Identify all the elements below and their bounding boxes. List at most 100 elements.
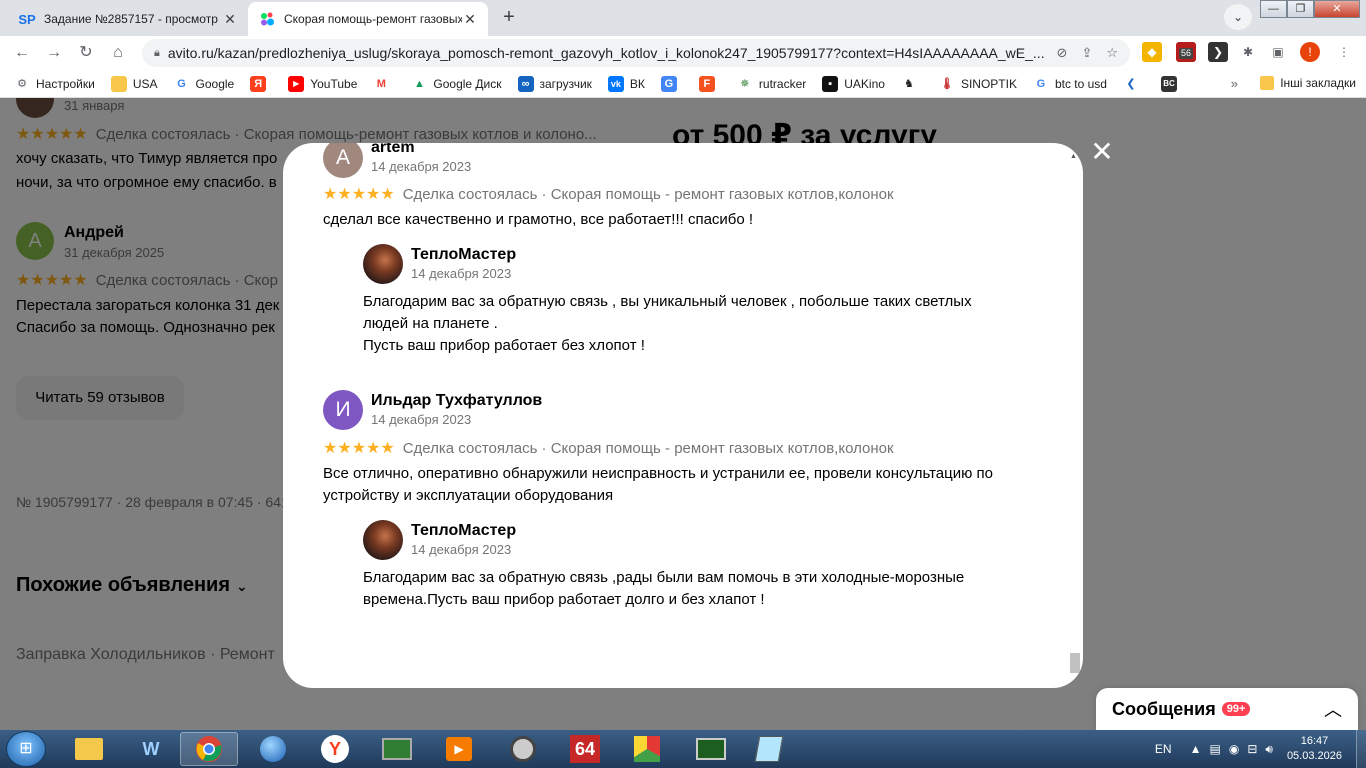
- windows-taskbar: ⊞ W Y ▶ 64 EN ▲ ▤ ◉ ⊟ 🔊︎ 16:47 05.03.202…: [0, 730, 1366, 768]
- url-text[interactable]: avito.ru/kazan/predlozheniya_uslug/skora…: [168, 45, 1057, 61]
- folder-icon: [1260, 76, 1275, 90]
- reply-date: 14 декабря 2023: [411, 266, 512, 281]
- bookmark-uakino[interactable]: ▪ UAKino: [822, 75, 885, 92]
- youtube-icon: ▶: [288, 75, 305, 92]
- close-modal-icon[interactable]: ✕: [1089, 138, 1115, 166]
- close-tab-icon[interactable]: ✕: [222, 11, 238, 28]
- tab-avito[interactable]: Скорая помощь-ремонт газовых котлов ✕: [248, 2, 488, 36]
- address-bar[interactable]: 🔒︎ avito.ru/kazan/predlozheniya_uslug/sk…: [142, 39, 1130, 67]
- bookmark-label: btc to usd: [1054, 76, 1107, 91]
- close-tab-icon[interactable]: ✕: [462, 11, 478, 28]
- bookmark-loader[interactable]: ∞ загрузчик: [517, 75, 592, 92]
- bookmark-translate[interactable]: G: [660, 75, 683, 92]
- bookmark-bc[interactable]: BC: [1160, 75, 1183, 92]
- extension-arrow-icon[interactable]: ❯: [1208, 42, 1228, 62]
- bookmark-label: Настройки: [36, 76, 95, 91]
- chevron-up-icon[interactable]: ︿: [1324, 696, 1342, 722]
- bookmark-drive[interactable]: ▲ Google Диск: [411, 76, 502, 92]
- drive-icon: ▲: [413, 77, 425, 90]
- aida64-icon[interactable]: 64: [556, 732, 614, 766]
- bookmark-label: Google Диск: [433, 76, 502, 91]
- bookmark-settings[interactable]: ⚙ Настройки: [14, 76, 95, 92]
- globe-icon[interactable]: [244, 732, 302, 766]
- clock[interactable]: 16:47 05.03.2026: [1287, 734, 1342, 764]
- photos-icon[interactable]: [618, 732, 676, 766]
- seller-name: ТеплоМастер: [411, 246, 517, 263]
- rutracker-icon: ✵: [740, 77, 750, 90]
- bookmark-label: Google: [195, 76, 235, 91]
- document-icon[interactable]: [740, 732, 798, 766]
- extensions-puzzle-icon[interactable]: ✱: [1238, 42, 1258, 62]
- tab-title: Скорая помощь-ремонт газовых котлов: [284, 12, 462, 26]
- forward-icon[interactable]: →: [42, 41, 66, 65]
- messages-panel[interactable]: Сообщения 99+ ︿: [1096, 688, 1358, 730]
- uakino-icon: ▪: [822, 75, 839, 92]
- bookmark-label: ВК: [629, 76, 645, 91]
- close-window-button[interactable]: ✕: [1314, 0, 1360, 18]
- scrollbar-thumb[interactable]: [1070, 653, 1080, 673]
- bookmark-btc[interactable]: Gbtc to usd: [1033, 76, 1107, 92]
- tab-task[interactable]: SP Задание №2857157 - просмотр ✕: [8, 2, 248, 36]
- other-bookmarks[interactable]: Інші закладки: [1260, 76, 1356, 90]
- side-panel-icon[interactable]: ▣: [1268, 42, 1288, 62]
- new-tab-button[interactable]: +: [496, 6, 522, 30]
- bookmark-label: YouTube: [310, 76, 358, 91]
- bookmark-youtube[interactable]: ▶ YouTube: [288, 75, 358, 92]
- reply-text: времена.Пусть ваш прибор работает долго …: [363, 591, 765, 608]
- extension-ublock-icon[interactable]: 56: [1176, 42, 1196, 62]
- terminal-icon[interactable]: [368, 732, 426, 766]
- winpatrol-icon[interactable]: W: [122, 732, 180, 766]
- bookmark-rutracker[interactable]: ✵ rutracker: [737, 76, 806, 92]
- maximize-button[interactable]: ❐: [1287, 0, 1314, 18]
- arrow-icon: ❮: [1126, 77, 1136, 90]
- lock-icon[interactable]: 🔒︎: [154, 47, 160, 60]
- share-icon[interactable]: ⇪: [1081, 45, 1092, 61]
- bookmark-sinoptik[interactable]: 🌡︎ SINOPTIK: [939, 76, 1017, 92]
- bookmark-arrow[interactable]: ❮: [1123, 76, 1145, 92]
- bookmark-star-icon[interactable]: ☆: [1106, 45, 1118, 61]
- start-button[interactable]: ⊞: [6, 731, 46, 767]
- network-icon[interactable]: ⊟: [1247, 742, 1257, 757]
- media-player-icon[interactable]: ▶: [430, 732, 488, 766]
- extension-shield-icon[interactable]: ◆: [1142, 42, 1162, 62]
- modal-scrollbar[interactable]: ▲: [1068, 153, 1080, 678]
- yandex-browser-icon[interactable]: Y: [306, 732, 364, 766]
- bookmark-label: UAKino: [844, 76, 885, 91]
- bookmark-f[interactable]: F: [698, 75, 721, 92]
- back-icon[interactable]: ←: [10, 41, 34, 65]
- bookmark-google[interactable]: G Google: [174, 76, 235, 92]
- language-indicator[interactable]: EN: [1155, 742, 1172, 756]
- tab-strip: SP Задание №2857157 - просмотр ✕ Скорая …: [0, 0, 1366, 36]
- thermometer-icon: 🌡︎: [939, 77, 954, 90]
- chess-icon: ♞: [904, 77, 914, 90]
- reviewer-name: artem: [371, 143, 415, 156]
- profile-avatar[interactable]: !: [1300, 42, 1320, 62]
- bookmark-usa[interactable]: USA: [110, 75, 158, 92]
- seller-avatar: [363, 244, 403, 284]
- block-icon[interactable]: ⊘: [1057, 45, 1068, 61]
- bookmark-label: USA: [132, 76, 158, 91]
- show-desktop-button[interactable]: [1356, 730, 1366, 768]
- bookmarks-overflow-icon[interactable]: »: [1231, 76, 1238, 91]
- bookmark-gmail[interactable]: M: [373, 76, 395, 92]
- tray-app-icon[interactable]: ◉: [1229, 742, 1239, 757]
- tab-search-icon[interactable]: ⌄: [1224, 4, 1252, 30]
- chrome-icon[interactable]: [180, 732, 238, 766]
- bookmark-yandex[interactable]: Я: [250, 75, 272, 92]
- clock-app-icon[interactable]: [494, 732, 552, 766]
- monitor-icon[interactable]: [682, 732, 740, 766]
- review-text: устройству и эксплуатации оборудования: [323, 487, 614, 504]
- reload-icon[interactable]: ↻: [74, 41, 98, 65]
- tray-expand-icon[interactable]: ▲: [1190, 742, 1202, 757]
- bookmark-vk[interactable]: vk ВК: [607, 75, 645, 92]
- minimize-button[interactable]: —: [1260, 0, 1287, 18]
- menu-kebab-icon[interactable]: ⋮: [1334, 42, 1354, 62]
- explorer-icon[interactable]: [60, 732, 118, 766]
- home-icon[interactable]: ⌂: [106, 41, 130, 65]
- yandex-icon: Я: [250, 75, 267, 92]
- volume-icon[interactable]: 🔊︎: [1265, 742, 1273, 757]
- tray-monitor-icon[interactable]: ▤: [1209, 742, 1220, 757]
- scroll-up-icon[interactable]: ▲: [1070, 153, 1077, 160]
- bookmark-chess[interactable]: ♞: [901, 76, 923, 92]
- review-tag: Сделка состоялась · Скорая помощь - ремо…: [402, 439, 894, 457]
